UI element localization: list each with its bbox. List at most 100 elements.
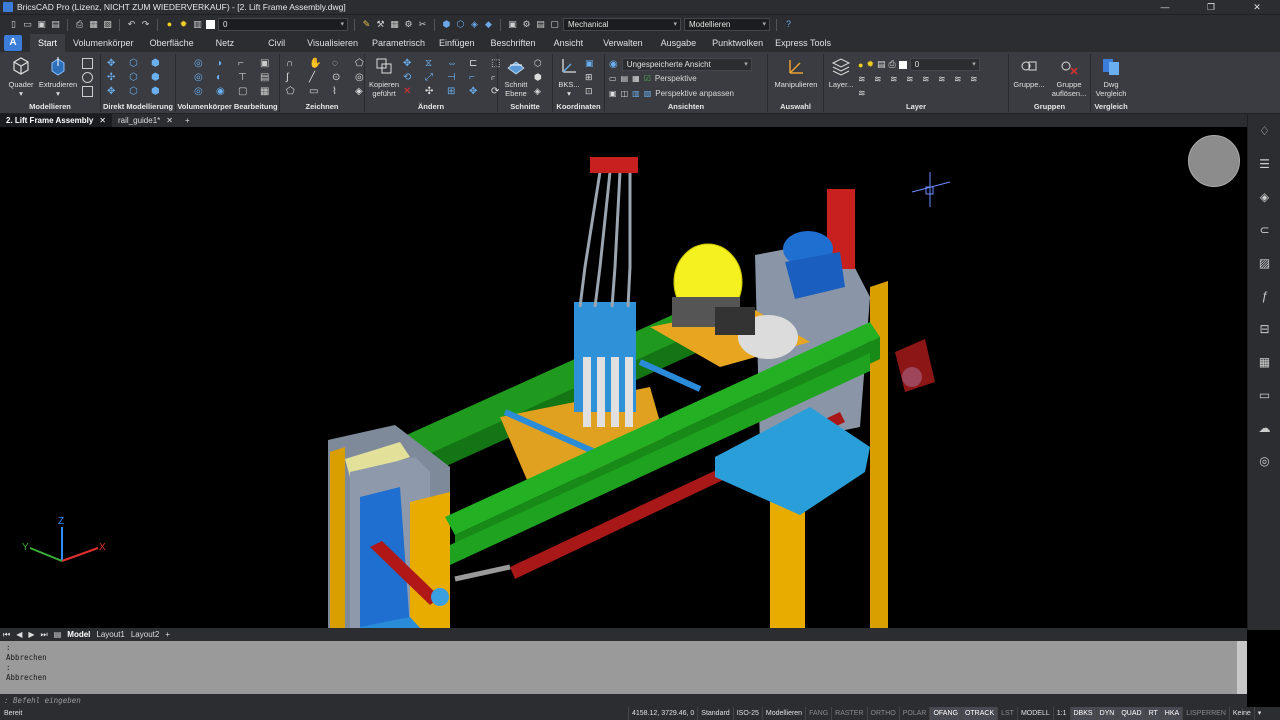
last-tab-icon[interactable]: ⏭	[38, 630, 51, 640]
interfere-icon[interactable]: ▦	[260, 86, 271, 97]
bks-button[interactable]: BKS... ▾	[555, 56, 583, 98]
redo-icon[interactable]: ↷	[140, 19, 151, 30]
loft-icon[interactable]	[82, 86, 93, 97]
perspektive-anpassen-label[interactable]: Perspektive anpassen	[655, 89, 734, 98]
scale-icon[interactable]: ⤢	[425, 72, 436, 83]
rectangle-icon[interactable]: ▭	[309, 86, 320, 97]
rotate-face-icon[interactable]: ⬢	[151, 58, 162, 69]
printer-icon[interactable]: ⎙	[889, 59, 896, 70]
tab-volumenkoerper[interactable]: Volumenkörper	[65, 34, 142, 52]
help-panel-icon[interactable]: ◎	[1248, 444, 1280, 477]
arc-icon[interactable]: ∩	[286, 58, 297, 69]
mirror-icon[interactable]: ⧖	[425, 58, 436, 69]
save-as-icon[interactable]: ▤	[50, 19, 61, 30]
layer-color-icon[interactable]	[206, 20, 215, 29]
tool-icon[interactable]: ⚒	[375, 19, 386, 30]
quader-button[interactable]: Quader ▾	[6, 56, 36, 98]
tab-visualisieren[interactable]: Visualisieren	[299, 34, 366, 52]
toggle-ortho[interactable]: ORTHO	[866, 707, 899, 720]
layout-icon[interactable]: ▥	[632, 89, 640, 98]
layout-tab-model[interactable]: Model	[64, 630, 93, 639]
section-icon[interactable]: ⬡	[534, 58, 545, 69]
view-front-icon[interactable]: ⬡	[455, 19, 466, 30]
layers-panel-icon[interactable]: ◈	[1248, 180, 1280, 213]
tab-oberflaeche[interactable]: Oberfläche	[142, 34, 202, 52]
layer-on-icon[interactable]: ●	[164, 19, 175, 30]
toggle-rt[interactable]: RT	[1144, 707, 1161, 720]
ucs-face-icon[interactable]: ⊡	[585, 86, 596, 97]
layout-tab-layout2[interactable]: Layout2	[128, 630, 162, 639]
chamfer-edge-icon[interactable]: ◐	[216, 72, 227, 83]
tab-verwalten[interactable]: Verwalten	[593, 34, 653, 52]
layer-plot-icon[interactable]: ▥	[192, 19, 203, 30]
print-icon[interactable]: ⎙	[74, 19, 85, 30]
tools-icon[interactable]: ✂	[417, 19, 428, 30]
grid-icon[interactable]: ▦	[389, 19, 400, 30]
delete-face-icon[interactable]: ✣	[107, 72, 118, 83]
next-tab-icon[interactable]: ▶	[25, 630, 37, 639]
library-panel-icon[interactable]: ▦	[1248, 345, 1280, 378]
offset-icon[interactable]: ⊏	[469, 58, 480, 69]
delete-icon[interactable]: ✕	[403, 86, 414, 97]
viewport-icon[interactable]: ◫	[621, 89, 629, 98]
add-layout-button[interactable]: +	[162, 630, 173, 639]
application-menu-button[interactable]: A	[4, 35, 22, 51]
checkbox-checked-icon[interactable]: ☑	[644, 74, 651, 83]
close-icon[interactable]: ✕	[99, 114, 106, 127]
revolve-icon[interactable]	[82, 72, 93, 83]
lock-icon[interactable]: ▤	[877, 59, 886, 70]
layer-current-dropdown[interactable]: 0	[909, 58, 980, 71]
new-tab-icon[interactable]: +	[179, 114, 196, 127]
attach-panel-icon[interactable]: ⊂	[1248, 213, 1280, 246]
render-icon[interactable]: ▦	[632, 74, 640, 83]
layer-tool-9-icon[interactable]: ≋	[858, 88, 869, 99]
toggle-dyn[interactable]: DYN	[1095, 707, 1118, 720]
pentagon-icon[interactable]: ⬠	[286, 86, 297, 97]
extrude-face-icon[interactable]: ⬢	[151, 86, 162, 97]
perspective-adjust-icon[interactable]: ▧	[644, 89, 652, 98]
preset-view-icon[interactable]: ▤	[621, 74, 629, 83]
spline-icon[interactable]: ∫	[286, 72, 297, 83]
toggle-polar[interactable]: POLAR	[898, 707, 930, 720]
status-menu-icon[interactable]: ▾	[1253, 707, 1265, 720]
camera-icon[interactable]: ▭	[609, 74, 617, 83]
layer-tool-4-icon[interactable]: ≋	[906, 74, 917, 85]
tab-parametrisch[interactable]: Parametrisch	[366, 34, 431, 52]
toggle-fang[interactable]: FANG	[805, 707, 831, 720]
layer-button[interactable]: Layer...	[826, 56, 856, 89]
join-icon[interactable]: ⊞	[447, 86, 458, 97]
hatch-panel-icon[interactable]: ▨	[1248, 246, 1280, 279]
undo-icon[interactable]: ↶	[126, 19, 137, 30]
tab-civil[interactable]: Civil	[256, 34, 299, 52]
minimize-button[interactable]: —	[1142, 0, 1188, 15]
toggle-modell[interactable]: MODELL	[1016, 707, 1053, 720]
help-icon[interactable]: ?	[783, 19, 794, 30]
doc-tab[interactable]: rail_guide1* ✕	[112, 114, 179, 127]
color-swatch-icon[interactable]	[898, 60, 907, 69]
gruppe-aufloesen-button[interactable]: Gruppe auflösen...	[1049, 56, 1089, 98]
browser-icon[interactable]: ▤	[535, 19, 546, 30]
tab-start[interactable]: Start	[30, 34, 66, 52]
status-iso25[interactable]: ISO-25	[732, 707, 762, 720]
trim-icon[interactable]: ⊣	[447, 72, 458, 83]
schnitt-ebene-button[interactable]: Schnitt Ebene	[500, 56, 532, 98]
copy-face-icon[interactable]: ✥	[107, 86, 118, 97]
rotate-icon[interactable]: ⟲	[403, 72, 414, 83]
command-input[interactable]: : Befehl eingeben	[0, 694, 1247, 707]
color-face-icon[interactable]: ⬡	[129, 86, 140, 97]
view-top-icon[interactable]: ◈	[469, 19, 480, 30]
open-file-icon[interactable]: ▭	[22, 19, 33, 30]
publish-icon[interactable]: ▧	[102, 19, 113, 30]
tab-beschriften[interactable]: Beschriften	[483, 34, 544, 52]
doc-tab-active[interactable]: 2. Lift Frame Assembly ✕	[0, 114, 112, 127]
toggle-raster[interactable]: RASTER	[831, 707, 866, 720]
view-3d-icon[interactable]: ◆	[483, 19, 494, 30]
settings-icon[interactable]: ⚙	[403, 19, 414, 30]
layer-tool-8-icon[interactable]: ≋	[970, 74, 981, 85]
named-view-dropdown[interactable]: Ungespeicherte Ansicht	[621, 58, 752, 71]
manipulieren-button[interactable]: Manipulieren	[770, 56, 822, 89]
look-from-widget[interactable]	[1188, 135, 1240, 187]
extrudieren-button[interactable]: Extrudieren ▾	[38, 56, 78, 98]
tab-netz[interactable]: Netz	[202, 34, 257, 52]
section-settings-icon[interactable]: ⬢	[534, 72, 545, 83]
